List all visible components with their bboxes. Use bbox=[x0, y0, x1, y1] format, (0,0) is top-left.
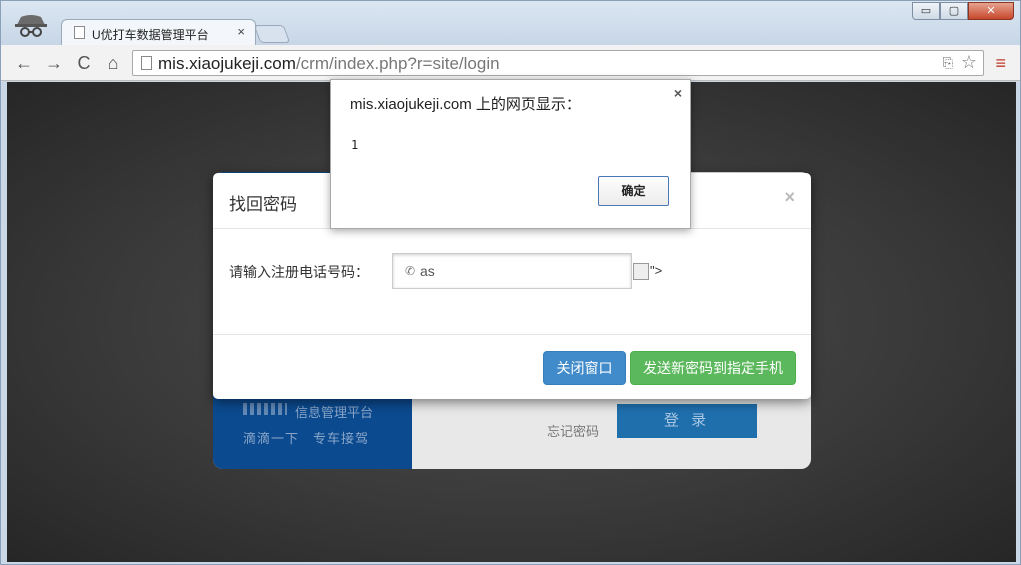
modal-body: 请输入注册电话号码： ✆ as "> bbox=[213, 229, 811, 335]
modal-close-icon[interactable]: × bbox=[784, 187, 795, 208]
forward-icon[interactable]: → bbox=[43, 52, 65, 74]
forgot-password-link[interactable]: 忘记密码 bbox=[547, 421, 599, 440]
reload-icon[interactable]: C bbox=[73, 52, 95, 74]
close-modal-button[interactable]: 关闭窗口 bbox=[543, 351, 626, 385]
window-controls: ▭ ▢ ✕ bbox=[912, 2, 1014, 20]
alert-close-icon[interactable]: × bbox=[674, 85, 682, 101]
close-window-button[interactable]: ✕ bbox=[968, 2, 1014, 20]
address-bar[interactable]: mis.xiaojukeji.com/crm/index.php?r=site/… bbox=[132, 50, 984, 76]
page-icon bbox=[141, 56, 152, 70]
incognito-icon bbox=[15, 15, 47, 37]
title-bar: U优打车数据管理平台 × ▭ ▢ ✕ bbox=[1, 1, 1020, 46]
browser-menu-icon[interactable]: ≡ bbox=[995, 53, 1006, 74]
brand-logo-icon bbox=[243, 403, 287, 415]
back-icon[interactable]: ← bbox=[13, 52, 35, 74]
browser-window: U优打车数据管理平台 × ▭ ▢ ✕ ← → C ⌂ mis.xiaojukej… bbox=[0, 0, 1021, 565]
phone-input-value: as bbox=[420, 263, 435, 279]
stray-text: "> bbox=[650, 263, 663, 278]
broken-image-icon bbox=[633, 263, 649, 280]
new-tab-button[interactable] bbox=[253, 25, 291, 43]
brand-subtitle: 信息管理平台 bbox=[295, 405, 374, 420]
phone-input[interactable]: ✆ as bbox=[392, 253, 632, 289]
phone-icon: ✆ bbox=[405, 264, 416, 278]
alert-title: mis.xiaojukeji.com 上的网页显示： bbox=[350, 96, 581, 113]
alert-ok-button[interactable]: 确定 bbox=[598, 176, 669, 206]
alert-dialog: mis.xiaojukeji.com 上的网页显示： × 1 确定 bbox=[330, 79, 691, 229]
alert-message: 1 bbox=[351, 138, 359, 152]
url-text: mis.xiaojukeji.com/crm/index.php?r=site/… bbox=[158, 54, 500, 74]
login-button[interactable]: 登 录 bbox=[617, 404, 757, 438]
modal-footer: 关闭窗口 发送新密码到指定手机 bbox=[213, 335, 811, 398]
send-new-password-button[interactable]: 发送新密码到指定手机 bbox=[630, 351, 796, 385]
browser-toolbar: ← → C ⌂ mis.xiaojukeji.com/crm/index.php… bbox=[1, 45, 1020, 81]
tab-close-icon[interactable]: × bbox=[237, 24, 245, 39]
bookmark-star-icon[interactable]: ☆ bbox=[961, 52, 977, 73]
maximize-button[interactable]: ▢ bbox=[940, 2, 968, 20]
url-host: mis.xiaojukeji.com bbox=[158, 54, 296, 73]
phone-label: 请输入注册电话号码： bbox=[229, 264, 369, 280]
translate-icon[interactable]: ⎘ bbox=[943, 55, 953, 71]
url-path: /crm/index.php?r=site/login bbox=[295, 54, 500, 73]
minimize-button[interactable]: ▭ bbox=[912, 2, 940, 20]
tab-title: U优打车数据管理平台 bbox=[92, 28, 209, 42]
modal-title: 找回密码 bbox=[229, 195, 297, 214]
browser-tab[interactable]: U优打车数据管理平台 × bbox=[61, 19, 256, 46]
brand-slogan: 滴滴一下 专车接驾 bbox=[243, 431, 370, 446]
page-icon bbox=[74, 26, 85, 39]
home-icon[interactable]: ⌂ bbox=[102, 52, 124, 74]
